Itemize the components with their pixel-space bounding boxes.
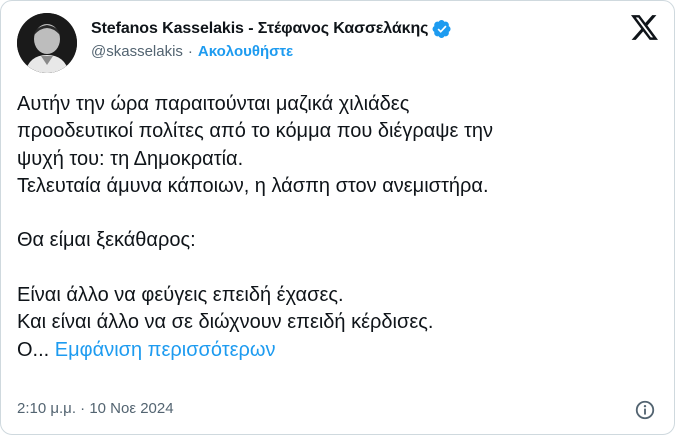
tweet-time: 2:10 μ.μ.	[17, 400, 76, 417]
author-info: Stefanos Kasselakis - Στέφανος Κασσελάκη…	[91, 19, 452, 60]
tweet-line: Θα είμαι ξεκάθαρος:	[17, 229, 196, 252]
tweet-timestamp[interactable]: 2:10 μ.μ. · 10 Νοε 2024	[17, 400, 174, 417]
tweet-last-line: Ο... Εμφάνιση περισσότερων	[17, 337, 658, 364]
separator-dot: ·	[187, 43, 193, 60]
follow-button[interactable]: Ακολουθήστε	[198, 43, 293, 60]
truncated-text: Ο...	[17, 338, 50, 361]
x-logo-icon[interactable]	[631, 15, 658, 40]
info-icon[interactable]	[634, 399, 656, 421]
handle-row: @skasselakis · Ακολουθήστε	[91, 43, 452, 60]
show-more-link[interactable]: Εμφάνιση περισσότερων	[55, 339, 276, 361]
tweet-line: Αυτήν την ώρα παραιτούνται μαζικά χιλιάδ…	[17, 93, 410, 115]
author-display-name[interactable]: Stefanos Kasselakis - Στέφανος Κασσελάκη…	[91, 20, 428, 38]
tweet-line: Τελευταία άμυνα κάποιων, η λάσπη στον αν…	[17, 174, 489, 197]
tweet-text: Αυτήν την ώρα παραιτούνται μαζικά χιλιάδ…	[17, 91, 658, 364]
avatar[interactable]	[17, 13, 77, 73]
tweet-date: 10 Νοε 2024	[89, 400, 174, 417]
tweet-line: Είναι άλλο να φεύγεις επειδή έχασες.	[17, 284, 344, 307]
separator-dot: ·	[80, 400, 86, 417]
verified-badge-icon	[432, 19, 452, 39]
tweet-line: προοδευτικοί πολίτες από το κόμμα που δι…	[17, 120, 494, 143]
name-row: Stefanos Kasselakis - Στέφανος Κασσελάκη…	[91, 19, 452, 39]
tweet-line: ψυχή του: τη Δημοκρατία.	[17, 147, 244, 170]
tweet-line: Και είναι άλλο να σε διώχνουν επειδή κέρ…	[17, 311, 434, 334]
tweet-header: Stefanos Kasselakis - Στέφανος Κασσελάκη…	[17, 13, 658, 73]
tweet-embed-card[interactable]: Stefanos Kasselakis - Στέφανος Κασσελάκη…	[0, 0, 675, 435]
author-handle[interactable]: @skasselakis	[91, 43, 183, 60]
